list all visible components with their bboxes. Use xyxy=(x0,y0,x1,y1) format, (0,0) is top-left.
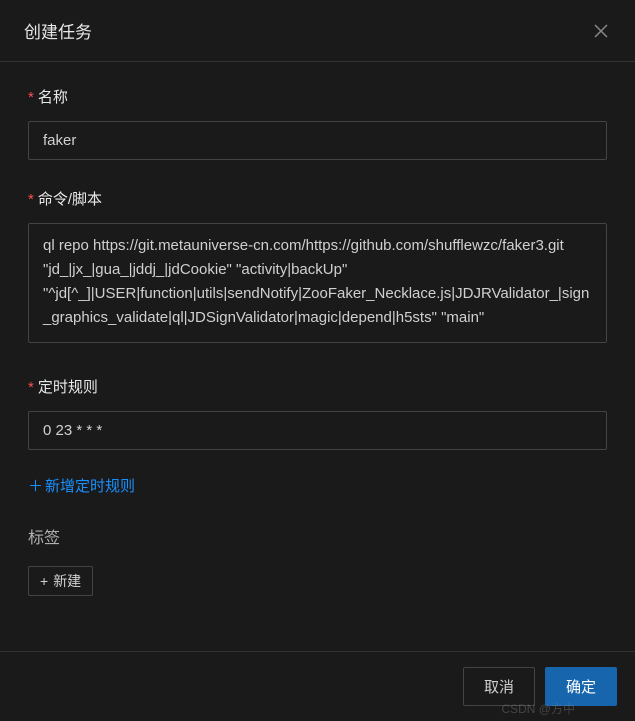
schedule-label: *定时规则 xyxy=(28,376,607,397)
modal-header: 创建任务 xyxy=(0,0,635,62)
required-mark: * xyxy=(28,379,34,396)
required-mark: * xyxy=(28,191,34,208)
name-label: *名称 xyxy=(28,86,607,107)
modal-body: *名称 *命令/脚本 *定时规则 ＋新增定时规则 标签 +新建 xyxy=(0,62,635,596)
tags-field-group: 标签 +新建 xyxy=(28,524,607,596)
add-schedule-link[interactable]: ＋新增定时规则 xyxy=(28,475,135,496)
close-icon xyxy=(594,24,608,38)
required-mark: * xyxy=(28,89,34,106)
name-field-group: *名称 xyxy=(28,86,607,160)
schedule-input[interactable] xyxy=(28,411,607,450)
command-field-group: *命令/脚本 xyxy=(28,188,607,348)
command-label: *命令/脚本 xyxy=(28,188,607,209)
watermark: CSDN @方中 xyxy=(501,700,575,717)
modal-title: 创建任务 xyxy=(24,18,92,43)
close-button[interactable] xyxy=(591,21,611,41)
command-textarea[interactable] xyxy=(28,223,607,343)
plus-icon: ＋ xyxy=(28,475,43,496)
plus-icon: + xyxy=(40,573,48,589)
new-tag-button[interactable]: +新建 xyxy=(28,566,93,596)
name-input[interactable] xyxy=(28,121,607,160)
schedule-field-group: *定时规则 xyxy=(28,376,607,450)
tags-label: 标签 xyxy=(28,524,607,548)
